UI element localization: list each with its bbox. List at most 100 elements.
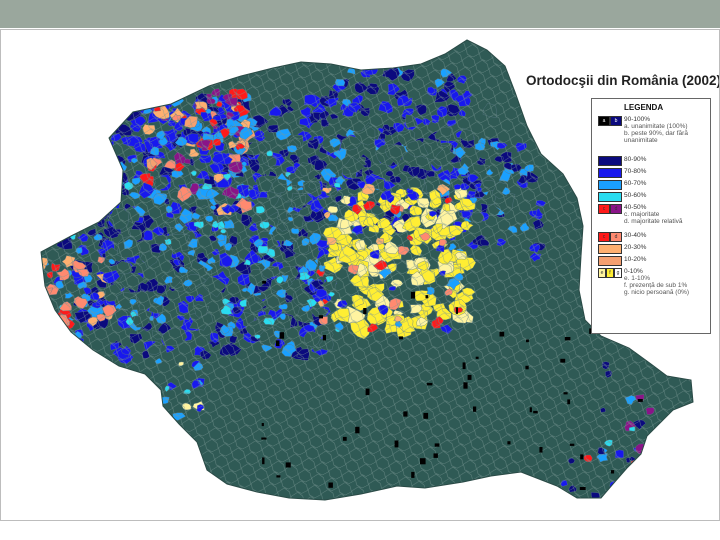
legend-swatch: e xyxy=(598,268,606,278)
legend-label: 10-20% xyxy=(624,256,647,263)
orthodox-majority-area xyxy=(95,118,105,126)
orthodox-majority-area xyxy=(44,219,57,228)
legend-sublabel: a. unanimitate (100%) xyxy=(624,123,688,130)
orthodox-majority-area xyxy=(66,168,74,176)
orthodox-majority-area xyxy=(69,217,83,232)
legend-sublabel: c. majoritate xyxy=(624,211,660,218)
orthodox-majority-area xyxy=(86,159,102,173)
legend-swatch xyxy=(598,244,622,254)
orthodox-majority-area xyxy=(50,338,58,347)
orthodox-majority-area xyxy=(44,346,60,361)
unanimity-commune-marker xyxy=(563,392,568,395)
legend-swatch: d xyxy=(610,204,622,214)
orthodox-majority-area xyxy=(56,185,70,197)
orthodox-majority-area xyxy=(84,205,92,214)
unanimity-commune-marker xyxy=(420,458,426,465)
orthodox-50-70-area xyxy=(92,156,104,166)
unanimity-commune-marker xyxy=(261,437,267,440)
orthodox-majority-area xyxy=(41,111,49,122)
unanimity-commune-marker xyxy=(637,399,643,402)
unanimity-commune-marker xyxy=(525,365,529,370)
unanimity-commune-marker xyxy=(475,356,479,359)
legend-sublabel: d. majoritate relativă xyxy=(624,218,683,225)
dobruja-area xyxy=(674,443,681,450)
unanimity-commune-marker xyxy=(318,315,323,319)
orthodox-majority-area xyxy=(60,220,72,232)
unanimity-commune-marker xyxy=(275,340,280,347)
legend-label: 70-80% xyxy=(624,168,647,175)
legend-swatch xyxy=(598,256,622,266)
orthodox-majority-area xyxy=(79,184,88,192)
orthodox-50-70-area xyxy=(97,154,103,161)
unanimity-commune-marker xyxy=(342,436,347,441)
orthodox-majority-area xyxy=(41,101,53,115)
orthodox-majority-area xyxy=(42,179,55,189)
orthodox-50-70-area xyxy=(66,126,77,135)
unanimity-commune-marker xyxy=(526,339,529,343)
unanimity-commune-marker xyxy=(262,280,266,284)
orthodox-50-70-area xyxy=(75,139,85,147)
unanimity-commune-marker xyxy=(363,308,367,314)
orthodox-majority-area xyxy=(88,206,102,218)
legend-sublabel: b. peste 90%, dar fără xyxy=(624,130,688,137)
orthodox-majority-area xyxy=(107,184,121,197)
legend-label: 50-60% xyxy=(624,192,647,199)
unanimity-commune-marker xyxy=(529,407,532,413)
orthodox-majority-area xyxy=(62,351,73,364)
orthodox-majority-area xyxy=(41,162,55,176)
legend-label: 60-70% xyxy=(624,180,647,187)
minority-area xyxy=(42,320,56,330)
orthodox-majority-area xyxy=(80,126,94,141)
orthodox-majority-area xyxy=(41,207,50,221)
unanimity-commune-marker xyxy=(567,399,571,405)
orthodox-majority-area xyxy=(73,186,87,197)
legend-sublabel: g. nicio persoană (0%) xyxy=(624,289,690,296)
legend-label: 20-30% xyxy=(624,244,647,251)
orthodox-majority-area xyxy=(65,186,76,194)
unanimity-commune-marker xyxy=(423,412,429,419)
unanimity-commune-marker xyxy=(654,480,658,483)
orthodox-50-70-area xyxy=(76,181,84,189)
orthodox-majority-area xyxy=(41,207,50,220)
orthodox-majority-area xyxy=(52,176,67,187)
unanimity-commune-marker xyxy=(434,443,440,447)
unanimity-commune-marker xyxy=(276,475,281,478)
legend-swatch xyxy=(598,192,622,202)
unanimity-commune-marker xyxy=(539,447,543,453)
unanimity-commune-marker xyxy=(261,423,264,427)
unanimity-commune-marker xyxy=(467,374,472,380)
orthodox-majority-area xyxy=(87,142,98,156)
legend-swatch xyxy=(598,156,622,166)
unanimity-commune-marker xyxy=(394,440,399,448)
unanimity-commune-marker xyxy=(262,457,265,465)
orthodox-majority-area xyxy=(70,98,86,109)
unanimity-commune-marker xyxy=(473,406,477,412)
unanimity-commune-marker xyxy=(580,454,584,460)
orthodox-majority-area xyxy=(52,325,62,333)
legend-swatch: c xyxy=(598,204,610,214)
unanimity-commune-marker xyxy=(456,307,458,314)
orthodox-majority-area xyxy=(112,103,128,117)
legend-swatch: d xyxy=(610,232,622,242)
orthodox-majority-area xyxy=(50,186,70,199)
minority-area xyxy=(41,318,53,330)
unanimity-commune-marker xyxy=(546,487,552,495)
unanimity-commune-marker xyxy=(322,335,326,341)
orthodox-majority-area xyxy=(51,118,62,128)
orthodox-majority-area xyxy=(141,95,157,107)
orthodox-majority-area xyxy=(76,174,95,187)
orthodox-majority-area xyxy=(49,143,58,152)
orthodox-majority-area xyxy=(41,323,51,337)
orthodox-majority-area xyxy=(54,195,68,209)
legend-sublabel: f. prezență de sub 1% xyxy=(624,282,688,289)
unanimity-commune-marker xyxy=(654,333,660,338)
orthodox-majority-area xyxy=(52,217,65,228)
unanimity-commune-marker xyxy=(579,487,586,490)
orthodox-majority-area xyxy=(95,136,111,152)
orthodox-majority-area xyxy=(98,125,111,136)
unanimity-commune-marker xyxy=(403,411,408,417)
map-figure: Ortodocşii din România (2002) LEGENDA ab… xyxy=(0,29,720,521)
legend-swatch xyxy=(598,180,622,190)
orthodox-majority-area xyxy=(64,104,75,114)
unanimity-commune-marker xyxy=(355,426,360,434)
